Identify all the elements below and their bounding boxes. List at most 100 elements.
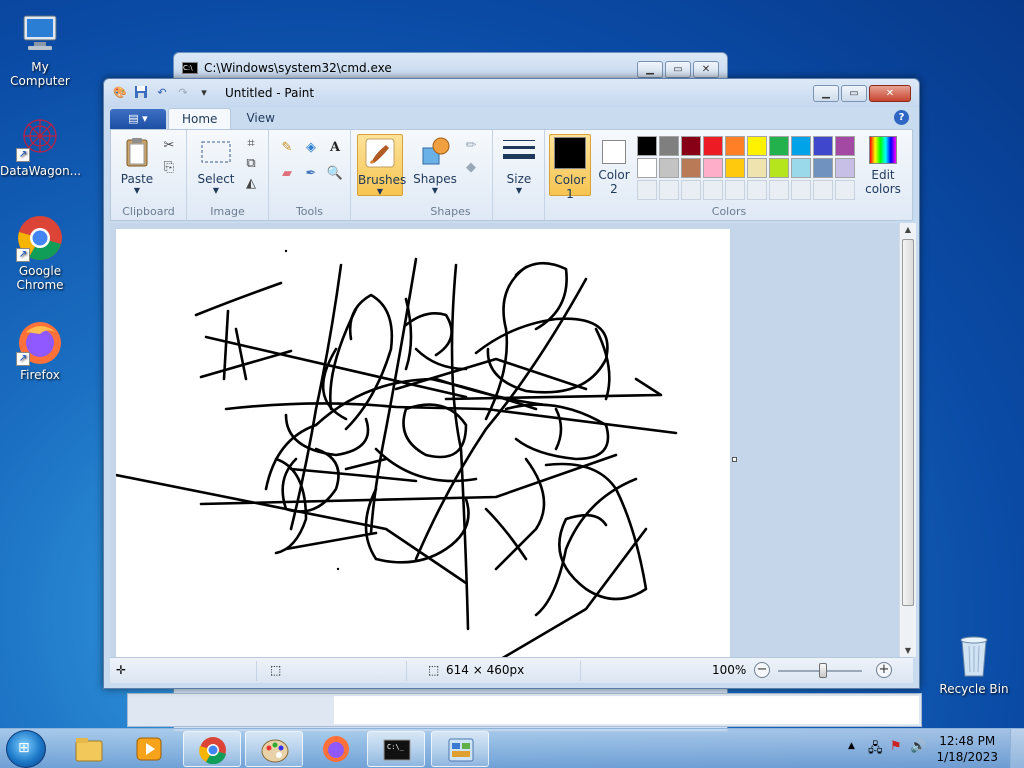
scroll-up-icon[interactable]: ▲	[900, 225, 916, 234]
close-button[interactable]: ✕	[869, 85, 911, 102]
paint-titlebar[interactable]: 🎨 ↶ ↷ ▾ Untitled - Paint	[104, 79, 919, 107]
help-icon[interactable]: ?	[894, 110, 909, 125]
maximize-button[interactable]: ▭	[665, 61, 691, 78]
taskbar-firefox[interactable]	[307, 731, 365, 767]
color-swatch[interactable]	[791, 136, 811, 156]
fill-icon[interactable]: ◈	[301, 138, 321, 158]
taskbar-cmd[interactable]: C:\_	[367, 731, 425, 767]
customize-qat-icon[interactable]: ▾	[196, 85, 212, 101]
crop-icon[interactable]: ⌗	[241, 134, 261, 154]
maximize-button[interactable]: ▭	[841, 85, 867, 102]
color-swatch[interactable]	[725, 158, 745, 178]
color-swatch[interactable]	[659, 136, 679, 156]
redo-icon[interactable]: ↷	[175, 85, 191, 101]
desktop-icon-firefox[interactable]: ↗ Firefox	[0, 318, 80, 382]
custom-color-slot[interactable]	[703, 180, 723, 200]
scroll-down-icon[interactable]: ▼	[900, 646, 916, 655]
color-swatch[interactable]	[747, 158, 767, 178]
custom-color-slot[interactable]	[791, 180, 811, 200]
group-label: Image	[210, 205, 245, 218]
color-swatch[interactable]	[725, 136, 745, 156]
volume-icon[interactable]: 🔊	[910, 739, 926, 754]
color-swatch[interactable]	[769, 158, 789, 178]
custom-color-slot[interactable]	[835, 180, 855, 200]
color-palette	[637, 136, 855, 200]
action-center-icon[interactable]: ⚑	[890, 739, 902, 754]
save-icon[interactable]	[133, 85, 149, 101]
shapes-icon	[419, 136, 451, 168]
desktop-icon-chrome[interactable]: ↗ Google Chrome	[0, 214, 80, 292]
minimize-button[interactable]: ▁	[637, 61, 663, 78]
network-icon[interactable]: 🖧	[868, 739, 883, 761]
custom-color-slot[interactable]	[769, 180, 789, 200]
custom-color-slot[interactable]	[637, 180, 657, 200]
show-desktop-button[interactable]	[1010, 729, 1024, 768]
tab-view[interactable]: View	[233, 108, 287, 129]
color-swatch[interactable]	[835, 158, 855, 178]
paint-menu-button[interactable]: ▤ ▾	[110, 109, 166, 129]
color-swatch[interactable]	[659, 158, 679, 178]
color-swatch[interactable]	[703, 136, 723, 156]
desktop-icon-recycle-bin[interactable]: Recycle Bin	[934, 632, 1014, 696]
paste-button[interactable]: Paste ▼	[117, 136, 157, 195]
close-button[interactable]: ✕	[693, 61, 719, 78]
resize-icon[interactable]: ⧉	[241, 154, 261, 174]
taskbar-control-panel[interactable]	[431, 731, 489, 767]
color-swatch[interactable]	[835, 136, 855, 156]
group-shapes: Shapes ▼ ✏ ◆ Shapes	[409, 130, 493, 220]
vertical-scrollbar[interactable]: ▲ ▼	[899, 223, 916, 657]
color-swatch[interactable]	[637, 158, 657, 178]
edit-colors-button[interactable]: Edit colors	[859, 136, 907, 196]
drawing-canvas[interactable]	[114, 229, 730, 657]
start-button[interactable]: ⊞	[6, 730, 46, 768]
color-swatch[interactable]	[681, 136, 701, 156]
custom-color-slot[interactable]	[725, 180, 745, 200]
color1-button[interactable]: Color 1	[549, 134, 591, 201]
tab-home[interactable]: Home	[168, 108, 232, 129]
zoom-slider-thumb[interactable]	[819, 663, 827, 678]
magnifier-icon[interactable]: 🔍	[325, 164, 345, 184]
color-swatch[interactable]	[681, 158, 701, 178]
color-swatch[interactable]	[747, 136, 767, 156]
select-button[interactable]: Select ▼	[193, 136, 239, 195]
zoom-out-button[interactable]: −	[754, 662, 770, 678]
color-picker-icon[interactable]: ✒	[301, 164, 321, 184]
eraser-icon[interactable]: ▰	[277, 164, 297, 184]
color-swatch[interactable]	[791, 158, 811, 178]
brushes-button[interactable]: Brushes ▼	[357, 134, 406, 196]
custom-color-slot[interactable]	[659, 180, 679, 200]
show-hidden-icons-icon[interactable]: ▲	[848, 741, 855, 751]
canvas-area[interactable]	[110, 223, 899, 657]
canvas-resize-handle[interactable]	[732, 457, 737, 462]
group-colors: Color 1 Color 2 Edit colors Colors	[545, 130, 913, 220]
desktop-icon-my-computer[interactable]: My Computer	[0, 10, 80, 88]
zoom-in-button[interactable]: +	[876, 662, 892, 678]
undo-icon[interactable]: ↶	[154, 85, 170, 101]
pencil-icon[interactable]: ✎	[277, 138, 297, 158]
minimize-button[interactable]: ▁	[813, 85, 839, 102]
ribbon: Paste ▼ ✂ ⎘ Clipboard Select ▼ ⌗ ⧉ ◭ Ima…	[110, 129, 913, 221]
text-icon[interactable]: A	[325, 138, 345, 158]
shapes-button[interactable]: Shapes ▼	[413, 136, 457, 195]
color2-button[interactable]: Color 2	[593, 136, 635, 196]
cut-icon[interactable]: ✂	[159, 136, 179, 156]
custom-color-slot[interactable]	[813, 180, 833, 200]
size-button[interactable]: Size ▼	[497, 136, 541, 195]
taskbar-chrome[interactable]	[183, 731, 241, 767]
color-swatch[interactable]	[703, 158, 723, 178]
clock[interactable]: 12:48 PM 1/18/2023	[936, 733, 998, 765]
color-swatch[interactable]	[813, 136, 833, 156]
taskbar-paint[interactable]	[245, 731, 303, 767]
custom-color-slot[interactable]	[747, 180, 767, 200]
scrollbar-thumb[interactable]	[902, 239, 914, 606]
paint-window[interactable]: 🎨 ↶ ↷ ▾ Untitled - Paint ▁ ▭ ✕ ▤ ▾ Home …	[103, 78, 920, 689]
copy-icon[interactable]: ⎘	[159, 158, 179, 178]
rotate-icon[interactable]: ◭	[241, 174, 261, 194]
color-swatch[interactable]	[637, 136, 657, 156]
desktop-icon-datawagon[interactable]: ↗ DataWagon...	[0, 114, 81, 178]
color-swatch[interactable]	[769, 136, 789, 156]
taskbar-explorer[interactable]	[60, 731, 118, 767]
color-swatch[interactable]	[813, 158, 833, 178]
taskbar-media-player[interactable]	[120, 731, 178, 767]
custom-color-slot[interactable]	[681, 180, 701, 200]
